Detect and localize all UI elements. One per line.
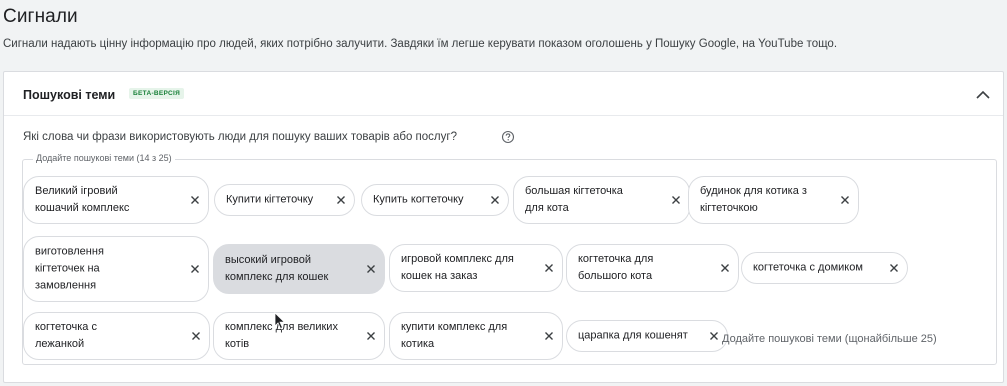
close-icon[interactable] <box>366 331 376 341</box>
chip-label: когтеточка с домиком <box>753 261 863 274</box>
chip-label: игровой комплекс для кошек на заказ <box>401 253 514 282</box>
search-theme-chip[interactable]: будинок для котика з кігтеточкою <box>688 176 859 224</box>
page-description: Сигнали надають цінну інформацію про люд… <box>3 38 838 50</box>
search-theme-chip[interactable]: Купить когтеточку <box>361 184 509 216</box>
help-circle-icon[interactable] <box>501 130 515 144</box>
close-icon[interactable] <box>366 264 376 274</box>
chip-label: будинок для котика з кігтеточкою <box>700 185 807 214</box>
panel-title: Пошукові теми <box>23 88 116 102</box>
search-theme-chip[interactable]: когтеточка с лежанкой <box>23 312 210 360</box>
search-theme-chip[interactable]: купити комплекс для котика <box>389 312 563 360</box>
search-theme-chip[interactable]: высокий игровой комплекс для кошек <box>213 244 385 294</box>
beta-badge: БЕТА-ВЕРСІЯ <box>129 88 185 99</box>
search-theme-chip[interactable]: когтеточка для большого кота <box>566 244 739 292</box>
chip-label: Купить когтеточку <box>373 193 464 206</box>
collapse-button[interactable] <box>973 84 993 104</box>
chevron-up-icon <box>976 90 990 99</box>
chip-label: Великий ігровий кошачий комплекс <box>35 185 130 214</box>
search-theme-chip[interactable]: когтеточка с домиком <box>741 252 908 284</box>
close-icon[interactable] <box>190 264 200 274</box>
search-theme-chip[interactable]: Великий ігровий кошачий комплекс <box>23 176 209 224</box>
chip-label: когтеточка с лежанкой <box>35 321 97 350</box>
close-icon[interactable] <box>544 263 554 273</box>
chip-label: высокий игровой комплекс для кошек <box>225 254 329 283</box>
search-theme-chip[interactable]: игровой комплекс для кошек на заказ <box>389 244 563 292</box>
add-search-theme-input[interactable] <box>722 329 982 349</box>
close-icon[interactable] <box>671 195 681 205</box>
search-theme-chip[interactable]: виготовлення кігтеточек на замовлення <box>23 236 209 302</box>
search-theme-chip[interactable]: комплекс для великих котів <box>213 312 385 360</box>
close-icon[interactable] <box>190 195 200 205</box>
chip-label: купити комплекс для котика <box>401 321 508 350</box>
chip-label: царапка для кошенят <box>578 329 688 342</box>
chip-label: большая кігтеточка для кота <box>525 185 623 214</box>
search-theme-chip[interactable]: царапка для кошенят <box>566 320 728 352</box>
search-theme-chip[interactable]: большая кігтеточка для кота <box>513 176 690 224</box>
search-themes-panel: Пошукові теми БЕТА-ВЕРСІЯ Які слова чи ф… <box>3 71 1004 383</box>
close-icon[interactable] <box>709 331 719 341</box>
page-title: Сигнали <box>3 6 78 27</box>
chip-label: Купити кігтеточку <box>226 193 314 206</box>
chip-label: виготовлення кігтеточек на замовлення <box>35 245 104 292</box>
close-icon[interactable] <box>191 331 201 341</box>
close-icon[interactable] <box>490 195 500 205</box>
close-icon[interactable] <box>889 263 899 273</box>
field-legend: Додайте пошукові теми (14 з 25) <box>33 153 175 163</box>
mouse-cursor-icon <box>274 312 286 330</box>
search-themes-question: Які слова чи фрази використовують люди д… <box>23 131 457 143</box>
chip-label: когтеточка для большого кота <box>578 253 654 282</box>
close-icon[interactable] <box>720 263 730 273</box>
search-theme-chip[interactable]: Купити кігтеточку <box>214 184 355 216</box>
close-icon[interactable] <box>840 195 850 205</box>
close-icon[interactable] <box>544 331 554 341</box>
panel-header[interactable]: Пошукові теми БЕТА-ВЕРСІЯ <box>4 72 1003 116</box>
close-icon[interactable] <box>336 195 346 205</box>
